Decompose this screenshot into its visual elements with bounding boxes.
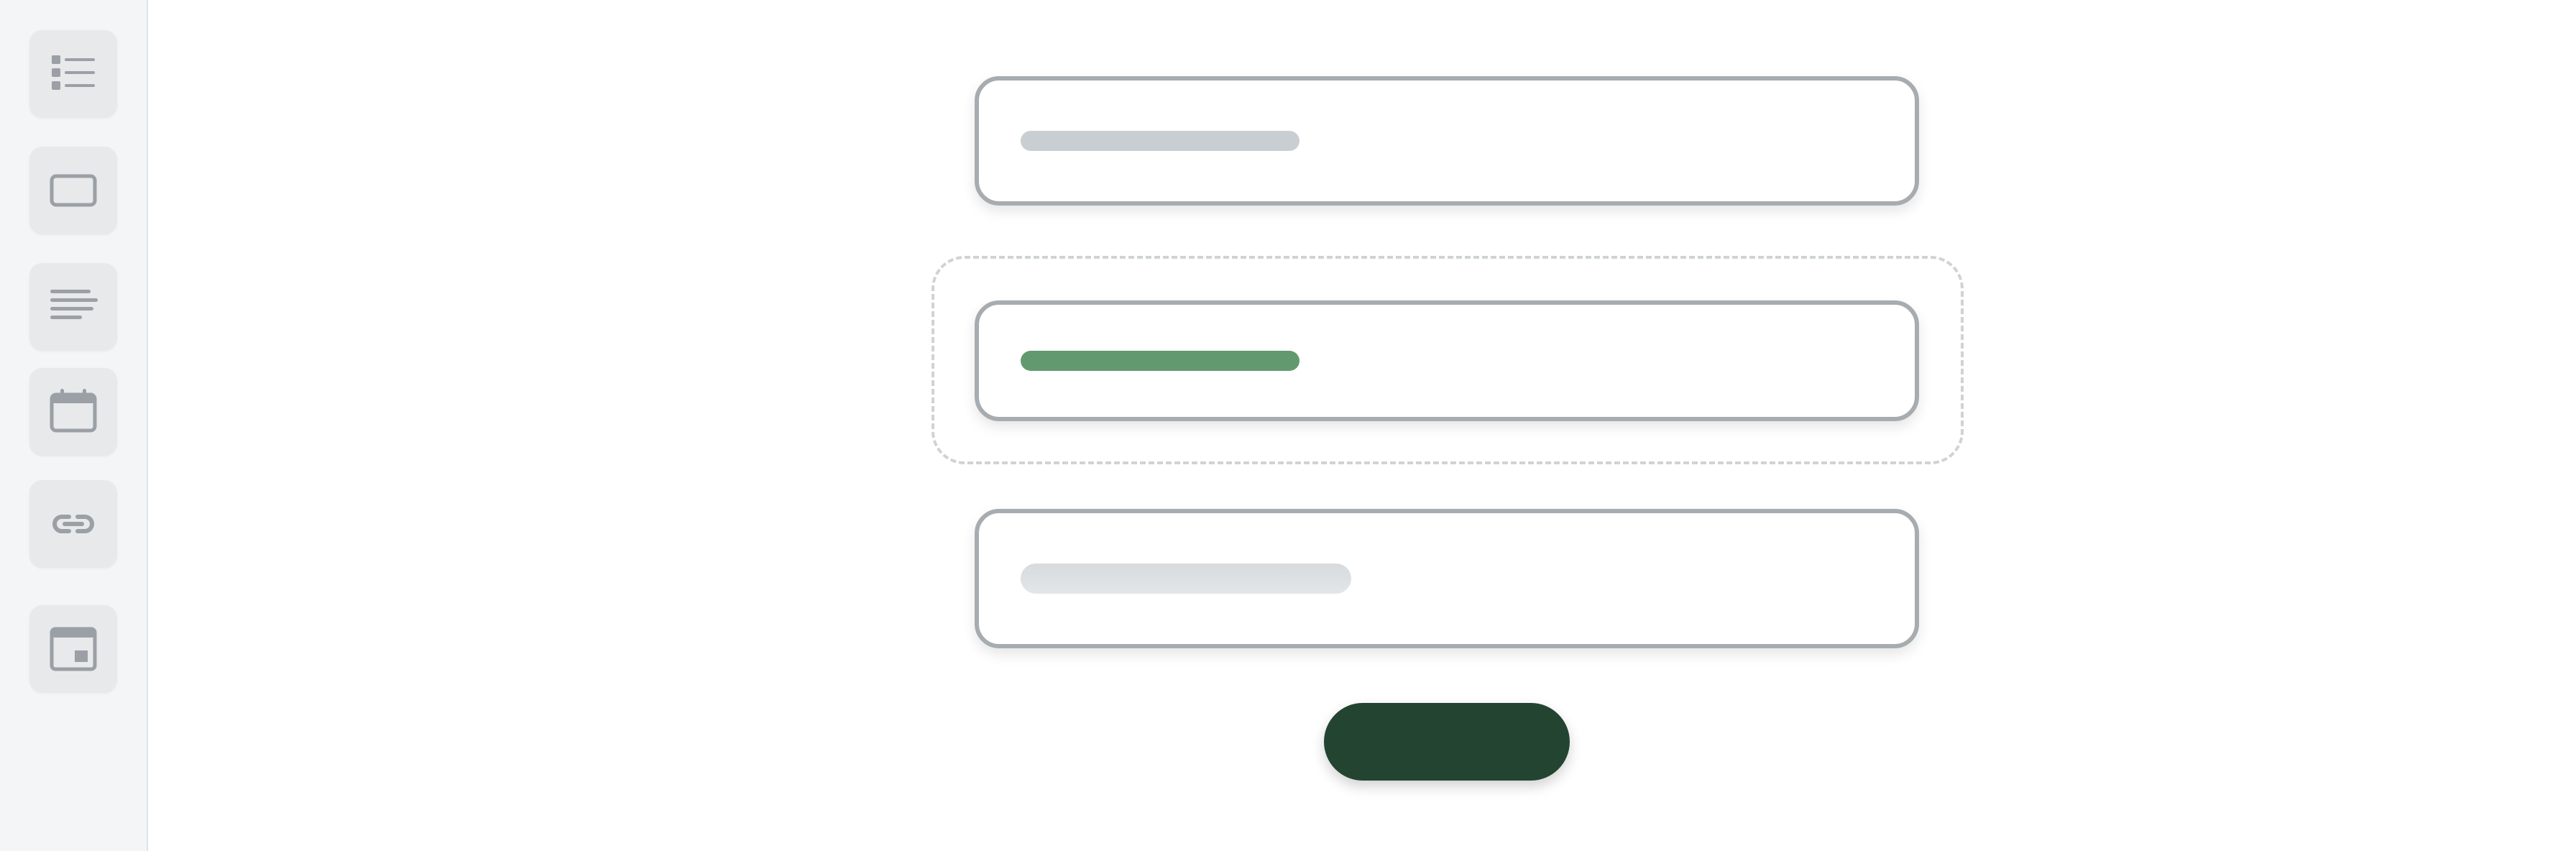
field-value-bar	[1021, 351, 1300, 371]
submit-button[interactable]	[1324, 703, 1570, 781]
toolbar-item-date[interactable]	[29, 368, 117, 456]
component-toolbar	[0, 0, 148, 851]
calendar-icon	[50, 389, 97, 433]
form-builder-page	[0, 0, 2576, 851]
input-field-1[interactable]	[975, 76, 1919, 206]
input-field-3[interactable]	[975, 509, 1919, 648]
toolbar-item-rectangle[interactable]	[29, 147, 117, 234]
list-icon	[52, 55, 95, 90]
field-placeholder-bar	[1021, 131, 1300, 151]
input-field-2-selected[interactable]	[975, 300, 1919, 421]
toolbar-item-text[interactable]	[29, 263, 117, 351]
toolbar-item-link[interactable]	[29, 480, 117, 568]
layout-icon	[50, 627, 97, 671]
toolbar-item-list[interactable]	[29, 30, 117, 118]
toolbar-item-layout[interactable]	[29, 605, 117, 693]
link-icon	[52, 515, 94, 533]
rectangle-icon	[50, 174, 97, 207]
form-canvas	[148, 0, 2576, 851]
field-placeholder-bar	[1021, 564, 1351, 594]
text-lines-icon	[50, 290, 98, 319]
